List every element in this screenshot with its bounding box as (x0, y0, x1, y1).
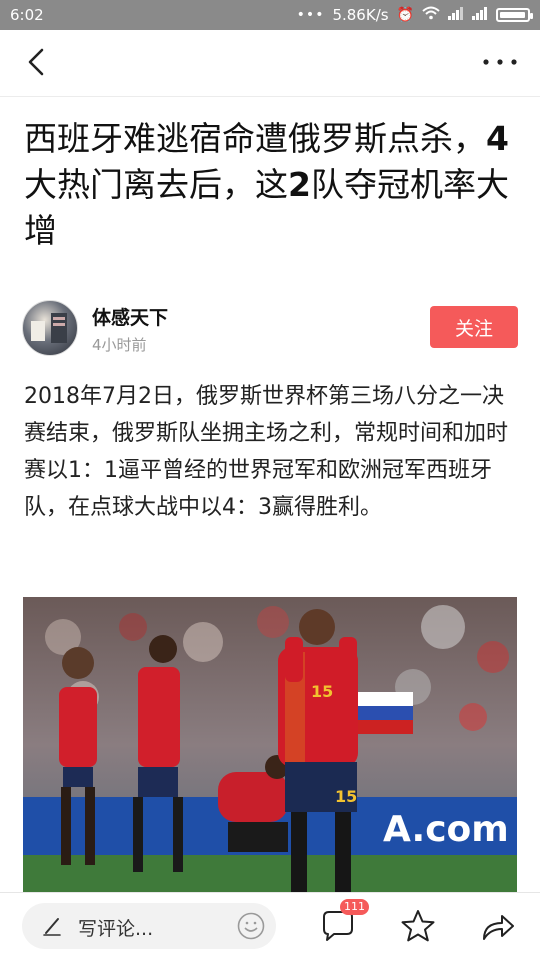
pen-icon (42, 915, 64, 941)
article-body: 2018年7月2日，俄罗斯世界杯第三场八分之一决赛结束，俄罗斯队坐拥主场之利，常… (24, 384, 509, 520)
author-name[interactable]: 体感天下 (92, 303, 168, 330)
title-number: 4 (486, 119, 509, 158)
hd-signal-icon (472, 6, 488, 24)
board-text: A.com (383, 809, 509, 850)
shorts-number: 15 (335, 787, 357, 806)
status-dots: ••• (296, 7, 325, 23)
follow-button[interactable]: 关注 (430, 306, 518, 348)
avatar[interactable] (22, 300, 78, 356)
title-number: 2 (288, 165, 311, 204)
article-title: 西班牙难逃宿命遭俄罗斯点杀，4大热门离去后，这2队夺冠机率大增 (24, 116, 520, 254)
publish-time: 4小时前 (92, 336, 147, 354)
network-speed: 5.86K/s (332, 6, 389, 24)
more-icon[interactable] (480, 44, 520, 80)
comment-count-badge: 111 (340, 899, 369, 915)
title-text: 西班牙难逃宿命遭俄罗斯点杀， (24, 119, 486, 158)
jersey-number: 15 (311, 682, 333, 701)
comment-placeholder: 写评论... (78, 918, 154, 940)
title-text: 大热门离去后，这 (24, 165, 288, 204)
bottom-bar: 写评论... 111 (0, 892, 540, 961)
article-photo[interactable]: A.com 15 15 (23, 597, 517, 893)
status-right: ••• 5.86K/s ⏰ (296, 6, 533, 24)
back-icon[interactable] (22, 44, 58, 80)
emoji-icon[interactable] (236, 911, 266, 941)
battery-icon (496, 8, 533, 22)
comment-input[interactable]: 写评论... (22, 903, 276, 949)
status-bar: 6:02 ••• 5.86K/s ⏰ (0, 0, 540, 30)
alarm-icon: ⏰ (396, 7, 414, 23)
star-icon[interactable] (398, 907, 438, 947)
share-icon[interactable] (478, 907, 518, 947)
wifi-icon (422, 6, 440, 24)
status-time: 6:02 (10, 6, 44, 24)
author-row: 体感天下 4小时前 关注 (22, 300, 518, 356)
signal-icon (448, 6, 464, 24)
top-navbar (0, 30, 540, 97)
